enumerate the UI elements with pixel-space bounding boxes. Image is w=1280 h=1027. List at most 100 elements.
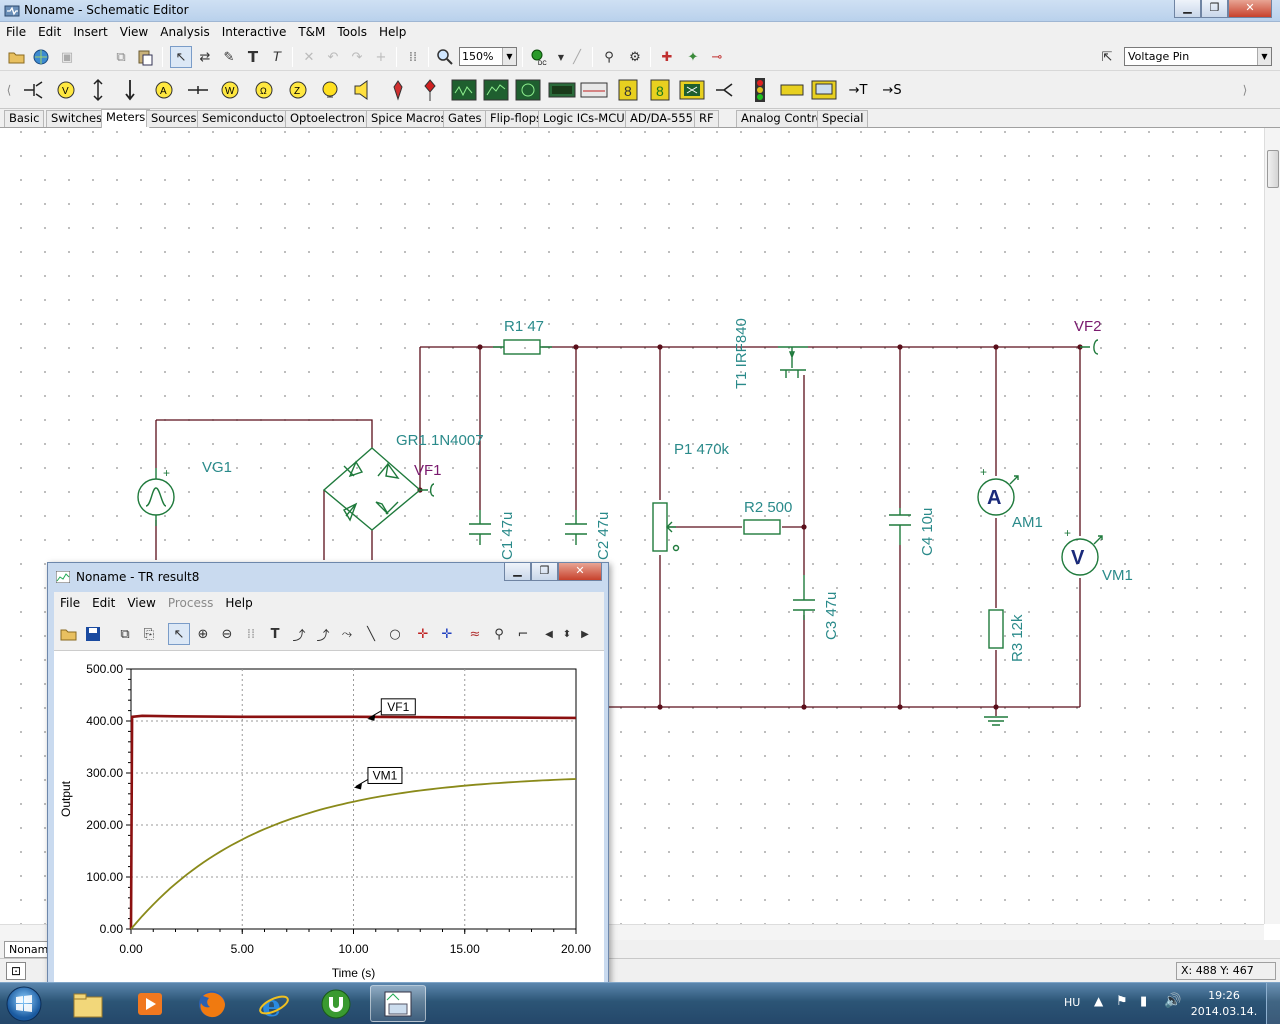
scroll-thumb[interactable] [1267, 150, 1279, 188]
tab-basic[interactable]: Basic [4, 110, 45, 127]
signal-analyzer-icon[interactable] [482, 76, 510, 104]
ohmmeter-icon[interactable]: Ω [250, 76, 278, 104]
close-button[interactable]: ✕ [1228, 0, 1272, 18]
menu-view[interactable]: View [114, 25, 154, 39]
minimize-button[interactable]: ▁ [1174, 0, 1201, 18]
probe-pin-icon[interactable] [710, 76, 738, 104]
measure-icon[interactable]: ⚲ [598, 46, 620, 68]
taskbar-utorrent-icon[interactable] [308, 985, 364, 1022]
lcd-icon[interactable] [810, 76, 838, 104]
circle-icon[interactable]: ○ [384, 623, 406, 645]
junction-icon[interactable]: + [370, 46, 392, 68]
result-menu-help[interactable]: Help [219, 596, 258, 610]
result-close-button[interactable]: ✕ [558, 563, 602, 581]
paste-icon[interactable] [134, 46, 156, 68]
menu-file[interactable]: File [0, 25, 32, 39]
tab-logic-ics[interactable]: Logic ICs-MCUs [538, 110, 636, 127]
curve-tool-2-icon[interactable]: ⤴ [312, 623, 334, 645]
speaker-icon[interactable] [350, 76, 378, 104]
result-menu-view[interactable]: View [121, 596, 161, 610]
result-menu-file[interactable]: File [54, 596, 86, 610]
clock[interactable]: 19:26 2014.03.14. [1190, 988, 1258, 1020]
keypad-icon[interactable] [778, 76, 806, 104]
curve-tool-icon[interactable]: ⤴ [288, 623, 310, 645]
text-icon[interactable]: T [242, 46, 264, 68]
digital-display-icon[interactable] [548, 76, 576, 104]
zoom-icon[interactable] [434, 46, 456, 68]
taskbar-explorer-icon[interactable] [60, 985, 116, 1022]
current-arrow-icon[interactable] [116, 76, 144, 104]
probe-icon[interactable]: ╱ [566, 46, 588, 68]
language-indicator[interactable]: HU [1064, 996, 1080, 1009]
pointer-icon[interactable]: ↖ [170, 46, 192, 68]
grid-icon[interactable]: ⁞⁞ [402, 46, 424, 68]
arrow-right-icon[interactable]: ▶ [574, 623, 596, 645]
tab-sources[interactable]: Sources [146, 110, 202, 127]
view-toggle-icon[interactable]: ⊡ [6, 962, 26, 980]
wire-mode-icon[interactable]: ⇄ [194, 46, 216, 68]
logic-indicator-icon[interactable] [416, 76, 444, 104]
tab-special[interactable]: Special [817, 110, 869, 127]
xy-recorder-icon[interactable] [514, 76, 542, 104]
dc-analysis-icon[interactable]: DC [528, 46, 550, 68]
wattmeter-icon[interactable]: W [216, 76, 244, 104]
palette-scroll-right-icon[interactable]: ⟩ [1238, 76, 1252, 104]
result-plot-area[interactable]: 0.00 5.00 10.00 15.00 20.00 0.00 100.00 200.00 3… [54, 651, 604, 983]
probe-icon[interactable]: ⚲ [488, 623, 510, 645]
traffic-light-icon[interactable] [746, 76, 774, 104]
pen-icon[interactable]: ✎ [218, 46, 240, 68]
wave-add-icon[interactable]: ≈ [464, 623, 486, 645]
cursor-b-icon[interactable]: ✛ [436, 623, 458, 645]
voltage-arrow-icon[interactable] [84, 76, 112, 104]
logic-probe-icon[interactable] [384, 76, 412, 104]
text-icon[interactable]: T [264, 623, 286, 645]
zoom-select[interactable]: 150% ▼ [459, 47, 517, 66]
pin-type-select[interactable]: Voltage Pin ▼ [1124, 47, 1272, 66]
zoom-in-icon[interactable]: ⊕ [192, 623, 214, 645]
ammeter-icon[interactable]: A [150, 76, 178, 104]
step-icon[interactable]: ⌐ [512, 623, 534, 645]
cursor-a-icon[interactable]: ✛ [412, 623, 434, 645]
start-button[interactable] [2, 984, 46, 1024]
menu-tools[interactable]: Tools [331, 25, 373, 39]
result-maximize-button[interactable]: ❐ [531, 563, 558, 581]
tab-switches[interactable]: Switches [46, 110, 108, 127]
tray-expand-icon[interactable]: ▲ [1094, 994, 1103, 1008]
open-icon[interactable] [6, 46, 28, 68]
wire-meter-icon[interactable] [184, 76, 212, 104]
pointer-icon[interactable]: ↖ [168, 623, 190, 645]
volume-icon[interactable]: 🔊 [1164, 993, 1181, 1009]
tab-rf[interactable]: RF [694, 110, 719, 127]
show-desktop-button[interactable] [1266, 983, 1280, 1024]
save-icon[interactable]: ▣ [56, 46, 78, 68]
terminal-s-icon[interactable]: →S [878, 76, 906, 104]
matrix-display-icon[interactable] [678, 76, 706, 104]
save-icon[interactable] [82, 623, 104, 645]
grid-icon[interactable]: ⁞⁞ [240, 623, 262, 645]
result-minimize-button[interactable]: ▁ [504, 563, 531, 581]
logic-analyzer-icon[interactable] [580, 76, 608, 104]
vertical-scrollbar[interactable] [1264, 128, 1280, 924]
param-icon[interactable]: ⚙ [624, 46, 646, 68]
menu-interactive[interactable]: Interactive [216, 25, 293, 39]
taskbar-tina-icon[interactable] [370, 985, 426, 1022]
tab-meters[interactable]: Meters [101, 109, 151, 128]
menu-insert[interactable]: Insert [67, 25, 113, 39]
impedance-meter-icon[interactable]: Z [284, 76, 312, 104]
meter-ground-icon[interactable] [20, 76, 48, 104]
tab-gates[interactable]: Gates [443, 110, 487, 127]
menu-analysis[interactable]: Analysis [154, 25, 215, 39]
pin-select-icon[interactable]: ⇱ [1096, 46, 1118, 68]
text-edit-icon[interactable]: 𝘛 [266, 46, 288, 68]
seven-seg-icon[interactable]: 8 [614, 76, 642, 104]
action-center-icon[interactable]: ⚑ [1116, 994, 1128, 1009]
terminal-t-icon[interactable]: →T [844, 76, 872, 104]
zoom-100-icon[interactable]: ⊖ [216, 623, 238, 645]
taskbar-media-player-icon[interactable] [122, 985, 178, 1022]
curve-tool-3-icon[interactable]: ⤳ [336, 623, 358, 645]
palette-scroll-left-icon[interactable]: ⟨ [2, 76, 16, 104]
menu-tm[interactable]: T&M [292, 25, 331, 39]
menu-edit[interactable]: Edit [32, 25, 67, 39]
network-icon[interactable]: ▮ [1140, 994, 1147, 1009]
open-icon[interactable] [58, 623, 80, 645]
